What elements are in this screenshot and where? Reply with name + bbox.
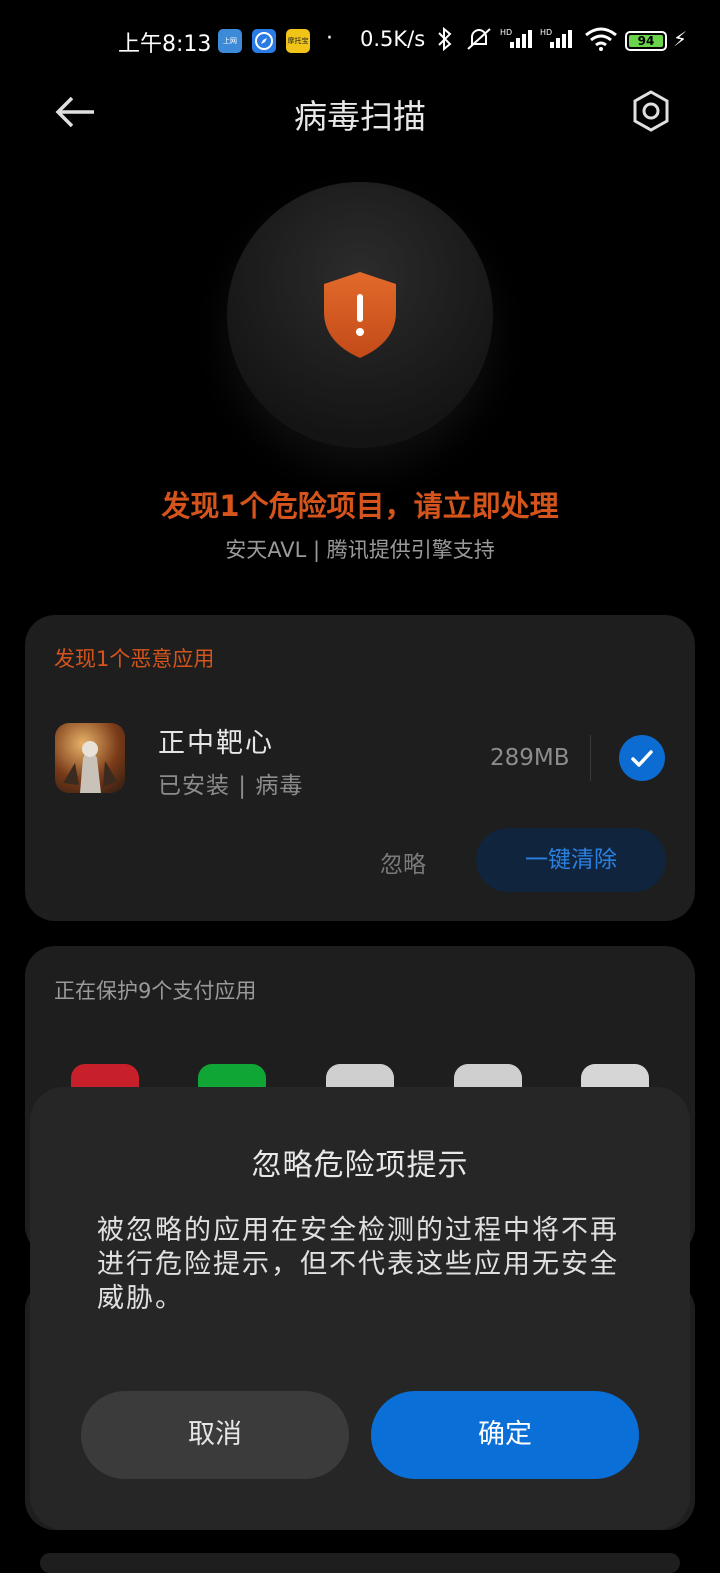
confirm-button[interactable]: 确定 <box>371 1391 639 1479</box>
charging-icon: ⚡ <box>673 27 688 51</box>
network-speed: 0.5K/s <box>360 27 426 51</box>
svg-text:HD: HD <box>500 28 512 37</box>
warning-shield-icon <box>322 270 398 360</box>
svg-text:HD: HD <box>540 28 552 37</box>
malware-card-label: 发现1个恶意应用 <box>54 647 215 671</box>
payment-card-label: 正在保护9个支付应用 <box>54 979 257 1003</box>
selected-checkbox[interactable] <box>619 735 665 781</box>
blue-app-icon: 上网 <box>218 29 242 53</box>
wifi-icon <box>584 26 618 58</box>
battery-level: 94 <box>637 34 655 48</box>
signal-hd-icon-2: HD <box>540 26 578 58</box>
compass-app-icon <box>252 29 276 53</box>
app-name: 正中靶心 <box>158 728 274 759</box>
status-time: 上午8:13 <box>118 32 212 57</box>
dialog-message: 被忽略的应用在安全检测的过程中将不再进行危险提示，但不代表这些应用无安全威胁。 <box>97 1215 619 1314</box>
checkmark-icon <box>631 750 653 767</box>
one-click-clean-button[interactable]: 一键清除 <box>476 828 666 892</box>
battery-icon: 94 <box>625 31 667 51</box>
status-dot: · <box>326 26 333 51</box>
engine-credit: 安天AVL | 腾讯提供引擎支持 <box>225 538 495 562</box>
bottom-card-peek <box>40 1553 680 1573</box>
dialog-title: 忽略危险项提示 <box>251 1148 469 1183</box>
cancel-button[interactable]: 取消 <box>81 1391 349 1479</box>
page-title: 病毒扫描 <box>294 97 426 136</box>
ignore-button[interactable]: 忽略 <box>380 845 426 879</box>
app-status: 已安装 | 病毒 <box>158 773 304 799</box>
mute-vibrate-icon <box>464 26 494 58</box>
signal-hd-icon-1: HD <box>500 26 538 58</box>
app-icon <box>55 723 125 793</box>
bluetooth-icon <box>436 26 454 58</box>
yellow-app-icon: 摩托宝 <box>286 29 310 53</box>
app-size: 289MB <box>490 745 570 771</box>
settings-gear-icon[interactable] <box>628 88 674 134</box>
scan-result-title: 发现1个危险项目，请立即处理 <box>161 489 559 523</box>
divider <box>590 735 591 781</box>
